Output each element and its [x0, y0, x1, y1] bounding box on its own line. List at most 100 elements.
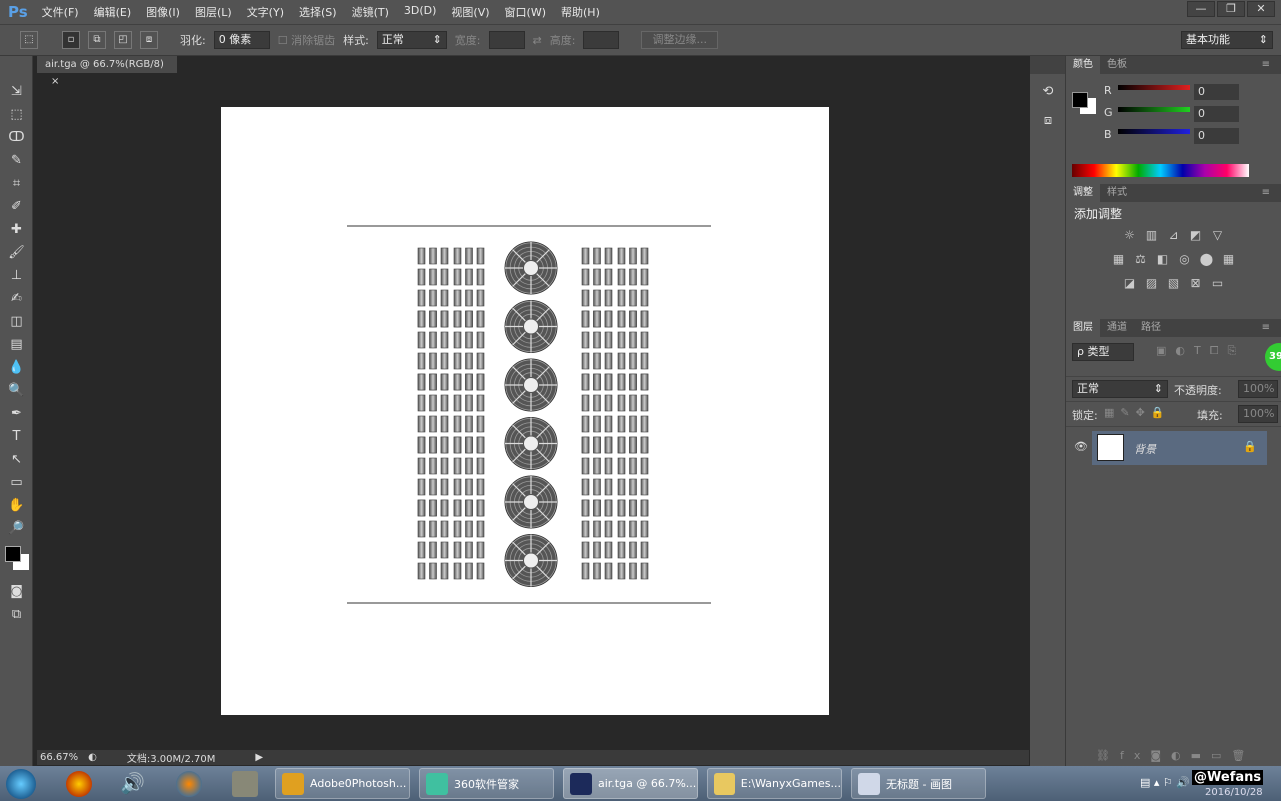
panel-menu-icon[interactable]: ≡: [1255, 184, 1277, 202]
close-tab-icon[interactable]: ×: [51, 76, 59, 87]
menu-item[interactable]: 文字(Y): [247, 4, 284, 20]
menu-item[interactable]: 选择(S): [299, 4, 337, 20]
adjustment-icon[interactable]: ▧: [1166, 276, 1182, 290]
tool-icon[interactable]: ✎: [0, 149, 33, 172]
adjustment-icon[interactable]: ◎: [1177, 252, 1193, 266]
adjustment-icon[interactable]: ⬤: [1199, 252, 1215, 266]
adjustment-icon[interactable]: ⚖: [1133, 252, 1149, 266]
layer-row[interactable]: 👁 背景 🔒: [1066, 431, 1281, 465]
close-button[interactable]: ✕: [1247, 1, 1275, 17]
add-selection-icon[interactable]: ⧉: [88, 31, 106, 49]
opacity-input[interactable]: 100%: [1238, 380, 1278, 398]
tool-icon[interactable]: ↀ: [0, 126, 33, 149]
menu-item[interactable]: 滤镜(T): [352, 4, 389, 20]
adjustment-icon[interactable]: ▨: [1144, 276, 1160, 290]
taskbar-item[interactable]: E:\WanyxGames...: [707, 768, 842, 799]
system-tray-icons[interactable]: ▤ ▴ ⚐ 🔊: [1140, 776, 1190, 789]
speed-badge[interactable]: 39: [1265, 343, 1281, 371]
archive-app-icon[interactable]: [232, 771, 258, 797]
antialias-checkbox[interactable]: ☐ 消除锯齿: [278, 32, 335, 48]
tool-icon[interactable]: T: [0, 425, 33, 448]
channel-value-input[interactable]: 0: [1194, 84, 1239, 100]
tab-paths[interactable]: 路径: [1134, 319, 1168, 337]
tool-icon[interactable]: ↖: [0, 448, 33, 471]
blend-mode-select[interactable]: 正常 ⇕: [1072, 380, 1168, 398]
channel-slider[interactable]: [1118, 107, 1190, 112]
menu-item[interactable]: 图像(I): [146, 4, 180, 20]
menu-item[interactable]: 文件(F): [42, 4, 79, 20]
tool-icon[interactable]: ⌗: [0, 172, 33, 195]
color-spectrum[interactable]: [1072, 164, 1249, 177]
visibility-eye-icon[interactable]: 👁: [1074, 440, 1088, 453]
tool-icon[interactable]: ▭: [0, 471, 33, 494]
adjustment-icon[interactable]: ◧: [1155, 252, 1171, 266]
channel-slider[interactable]: [1118, 129, 1190, 134]
tool-icon[interactable]: ✍: [0, 287, 33, 310]
channel-slider[interactable]: [1118, 85, 1190, 90]
style-select[interactable]: 正常 ⇕: [376, 31, 447, 49]
panel-menu-icon[interactable]: ≡: [1255, 56, 1277, 74]
adjustment-icon[interactable]: ▭: [1210, 276, 1226, 290]
tool-icon[interactable]: ✐: [0, 195, 33, 218]
minimize-button[interactable]: —: [1187, 1, 1215, 17]
screen-mode-icon[interactable]: ⧉: [0, 603, 33, 626]
browser-icon[interactable]: [176, 771, 202, 797]
adjustment-icon[interactable]: ⊠: [1188, 276, 1204, 290]
lock-icons[interactable]: ▦✎✥🔒: [1104, 406, 1171, 419]
width-input[interactable]: [488, 31, 525, 49]
taskbar-item[interactable]: 360软件管家: [419, 768, 554, 799]
layer-filter-icons[interactable]: ▣◐T⧠⎘: [1156, 344, 1245, 358]
menu-item[interactable]: 编辑(E): [94, 4, 132, 20]
menu-item[interactable]: 窗口(W): [505, 4, 546, 20]
restore-button[interactable]: ❐: [1217, 1, 1245, 17]
status-info-icon[interactable]: ◐: [88, 752, 97, 763]
3d-icon[interactable]: ⧈: [1030, 109, 1066, 132]
adjustment-icon[interactable]: ▥: [1144, 228, 1160, 242]
clock-date[interactable]: 2016/10/28: [1205, 787, 1263, 798]
subtract-selection-icon[interactable]: ◰: [114, 31, 132, 49]
quick-mask-icon[interactable]: ◙: [0, 580, 33, 603]
color-swatches[interactable]: [0, 540, 32, 580]
volume-app-icon[interactable]: 🔊: [120, 771, 146, 797]
feather-input[interactable]: 0 像素: [213, 31, 270, 49]
document-canvas[interactable]: [221, 107, 829, 715]
document-tab[interactable]: air.tga @ 66.7%(RGB/8) ×: [37, 56, 177, 87]
tool-icon[interactable]: 💧: [0, 356, 33, 379]
adjustment-icon[interactable]: ◩: [1188, 228, 1204, 242]
adjustment-icon[interactable]: ▦: [1221, 252, 1237, 266]
tool-icon[interactable]: 🖌: [0, 241, 33, 264]
layer-filter-select[interactable]: ρ 类型: [1072, 343, 1134, 361]
refine-edge-button[interactable]: 调整边缘...: [641, 31, 718, 49]
zoom-level[interactable]: 66.67%: [40, 752, 78, 763]
foreground-swatch[interactable]: [5, 546, 21, 562]
channel-value-input[interactable]: 0: [1194, 106, 1239, 122]
tool-icon[interactable]: ✒: [0, 402, 33, 425]
tab-color[interactable]: 颜色: [1066, 56, 1100, 74]
menu-item[interactable]: 3D(D): [404, 4, 437, 20]
tab-channels[interactable]: 通道: [1100, 319, 1134, 337]
status-menu-arrow-icon[interactable]: ▶: [255, 752, 263, 763]
tool-icon[interactable]: ▤: [0, 333, 33, 356]
taskbar-item[interactable]: air.tga @ 66.7%...: [563, 768, 698, 799]
taskbar-item[interactable]: Adobe0Photosh...: [275, 768, 410, 799]
marquee-preset-icon[interactable]: ⬚: [20, 31, 38, 49]
new-selection-icon[interactable]: ▫: [62, 31, 80, 49]
fill-input[interactable]: 100%: [1238, 405, 1278, 423]
tab-layers[interactable]: 图层: [1066, 319, 1100, 337]
menu-item[interactable]: 帮助(H): [561, 4, 600, 20]
layer-actions[interactable]: ⛓fx◙◐▬▭🗑: [1096, 749, 1255, 762]
tool-icon[interactable]: 🔎: [0, 517, 33, 540]
tool-icon[interactable]: ⇲: [0, 80, 33, 103]
game-app-icon[interactable]: [66, 771, 92, 797]
channel-value-input[interactable]: 0: [1194, 128, 1239, 144]
menu-item[interactable]: 视图(V): [451, 4, 489, 20]
panel-menu-icon[interactable]: ≡: [1255, 319, 1277, 337]
workspace-select[interactable]: 基本功能 ⇕: [1181, 31, 1273, 49]
taskbar-item[interactable]: 无标题 - 画图: [851, 768, 986, 799]
adjustment-icon[interactable]: ⊿: [1166, 228, 1182, 242]
adjustment-icon[interactable]: ▦: [1111, 252, 1127, 266]
foreground-color[interactable]: [1072, 92, 1088, 108]
adjustment-icon[interactable]: ☼: [1122, 228, 1138, 242]
menu-item[interactable]: 图层(L): [195, 4, 232, 20]
layer-name[interactable]: 背景: [1134, 441, 1156, 457]
